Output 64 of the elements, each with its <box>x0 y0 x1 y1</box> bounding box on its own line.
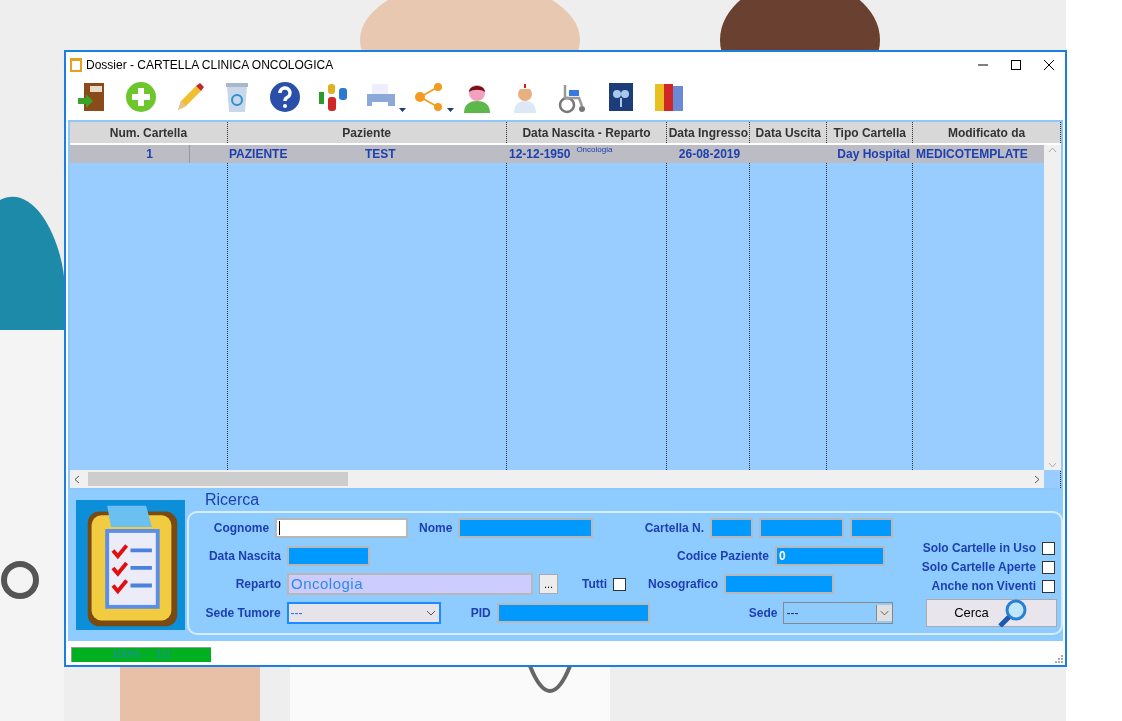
scroll-right-icon[interactable] <box>1034 474 1040 484</box>
table-row[interactable]: 1 PAZIENTE TEST 12-12-1950 Oncologia 26-08-2019 Day Hospital MEDICOTEMPLATE <box>70 145 1044 163</box>
table-cell-text: PAZIENTE <box>229 146 289 163</box>
caret-icon[interactable] <box>399 108 406 112</box>
field-label: Cartella N. <box>644 520 705 537</box>
horizontal-scrollbar[interactable] <box>70 470 1044 488</box>
table-cell: 1 <box>146 147 153 161</box>
maximize-icon <box>1010 59 1021 70</box>
table-cell-text: TEST <box>365 146 396 163</box>
resize-grip-icon[interactable] <box>1055 655 1063 663</box>
input-field[interactable] <box>287 546 370 566</box>
window-title: Dossier - CARTELLA CLINICA ONCOLOGICA <box>86 56 334 74</box>
close-icon <box>1043 59 1054 70</box>
checkbox-label: Solo Cartelle in Uso <box>922 540 1036 557</box>
table-cell: MEDICOTEMPLATE <box>916 147 1028 161</box>
input-field[interactable] <box>496 603 651 623</box>
scroll-left-icon[interactable] <box>74 474 80 484</box>
column-header[interactable]: Data Nascita - Reparto <box>522 123 651 142</box>
field-label: Sede Tumore <box>205 605 281 622</box>
column-header[interactable]: Paziente <box>342 123 392 142</box>
field-label: PID <box>470 605 491 622</box>
table-cell-text: 12-12-1950 <box>509 146 571 163</box>
field-label: Nome <box>419 520 453 537</box>
table-cell: Oncologia <box>576 145 613 155</box>
field-label: Reparto <box>235 576 281 593</box>
field-label: Sede <box>748 605 778 622</box>
input-field[interactable] <box>850 518 893 538</box>
magnifier-icon <box>996 599 1029 627</box>
checkbox[interactable] <box>1042 541 1055 555</box>
checkbox[interactable] <box>1042 560 1055 574</box>
text-cursor <box>279 521 281 535</box>
field-label: Codice Paziente <box>676 548 769 565</box>
browse-button[interactable]: ... <box>539 574 558 594</box>
help-icon[interactable] <box>268 80 302 114</box>
input-field[interactable] <box>275 518 409 538</box>
table-cell-text: Day Hospital <box>837 146 910 163</box>
dropdown[interactable]: --- <box>286 602 441 624</box>
chevron-down-icon <box>876 605 892 621</box>
caret-icon[interactable] <box>447 108 454 112</box>
field-label: Nosografico <box>648 576 719 593</box>
search-button[interactable]: Cerca <box>926 599 1057 627</box>
field-label: Data Nascita <box>208 548 281 565</box>
checkbox-label: Tutti <box>582 576 608 593</box>
checkbox[interactable] <box>613 577 627 591</box>
column-header[interactable]: Data Ingresso <box>668 123 749 142</box>
field-label: Cognome <box>213 520 270 537</box>
checkbox[interactable] <box>1042 579 1055 593</box>
checkbox-label: Anche non Viventi <box>931 578 1036 595</box>
checkbox-label: Solo Cartelle Aperte <box>921 559 1036 576</box>
dropdown[interactable]: --- <box>783 602 893 624</box>
section-title: Ricerca <box>205 490 261 510</box>
column-header[interactable]: Data Uscita <box>755 123 821 142</box>
clipboard-icon <box>69 56 83 73</box>
table-cell-text: 26-08-2019 <box>678 146 741 163</box>
column-header[interactable]: Tipo Cartella <box>833 123 906 142</box>
input-field[interactable] <box>710 518 753 538</box>
column-header[interactable]: Num. Cartella <box>109 123 188 142</box>
input-field[interactable] <box>724 574 835 594</box>
column-header[interactable]: Modificato da <box>947 123 1026 142</box>
checklist-clipboard-icon <box>76 500 185 630</box>
input-field[interactable] <box>758 518 845 538</box>
progress-bar: 100% - 1/1 <box>72 647 211 662</box>
add-icon[interactable] <box>124 80 158 114</box>
input-field[interactable] <box>458 518 593 538</box>
